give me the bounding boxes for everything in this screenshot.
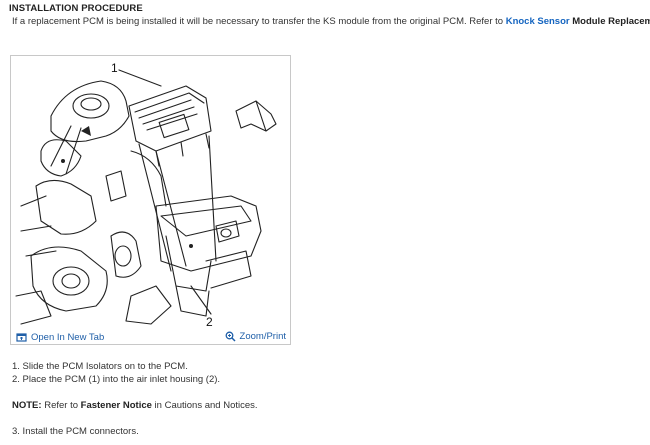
intro-bold-suffix: Module Replacement: [572, 16, 650, 27]
note-paragraph: NOTE: Refer to Fastener Notice in Cautio…: [12, 400, 258, 411]
intro-text: If a replacement PCM is being installed …: [12, 16, 506, 27]
note-text-1: Refer to: [41, 400, 81, 411]
pcm-installation-illustration: 1 2: [15, 61, 277, 328]
fastener-notice-ref: Fastener Notice: [80, 400, 152, 411]
note-prefix: NOTE:: [12, 400, 42, 411]
step-1: 1. Slide the PCM Isolators on to the PCM…: [12, 361, 188, 372]
step-3: 3. Install the PCM connectors.: [12, 426, 139, 437]
callout-2-label: 2: [206, 315, 213, 328]
open-in-new-tab-label: Open In New Tab: [31, 332, 105, 343]
open-in-new-tab-link[interactable]: Open In New Tab: [16, 332, 104, 343]
section-heading: INSTALLATION PROCEDURE: [9, 3, 143, 14]
intro-paragraph: If a replacement PCM is being installed …: [12, 16, 650, 27]
knock-sensor-link[interactable]: Knock Sensor: [506, 16, 570, 27]
callout-1-label: 1: [111, 61, 118, 75]
figure-footer: Open In New Tab Zoom/Print: [11, 329, 290, 345]
zoom-print-link[interactable]: Zoom/Print: [225, 331, 286, 342]
note-text-2: in Cautions and Notices.: [151, 400, 258, 411]
step-2: 2. Place the PCM (1) into the air inlet …: [12, 374, 221, 385]
figure-container: 1 2 Open In New Tab Zoom/Print: [10, 55, 291, 345]
zoom-print-label: Zoom/Print: [239, 331, 286, 342]
open-in-new-tab-icon: [16, 332, 27, 343]
magnifier-zoom-icon: [225, 331, 236, 342]
procedure-page: INSTALLATION PROCEDURE If a replacement …: [0, 0, 650, 445]
